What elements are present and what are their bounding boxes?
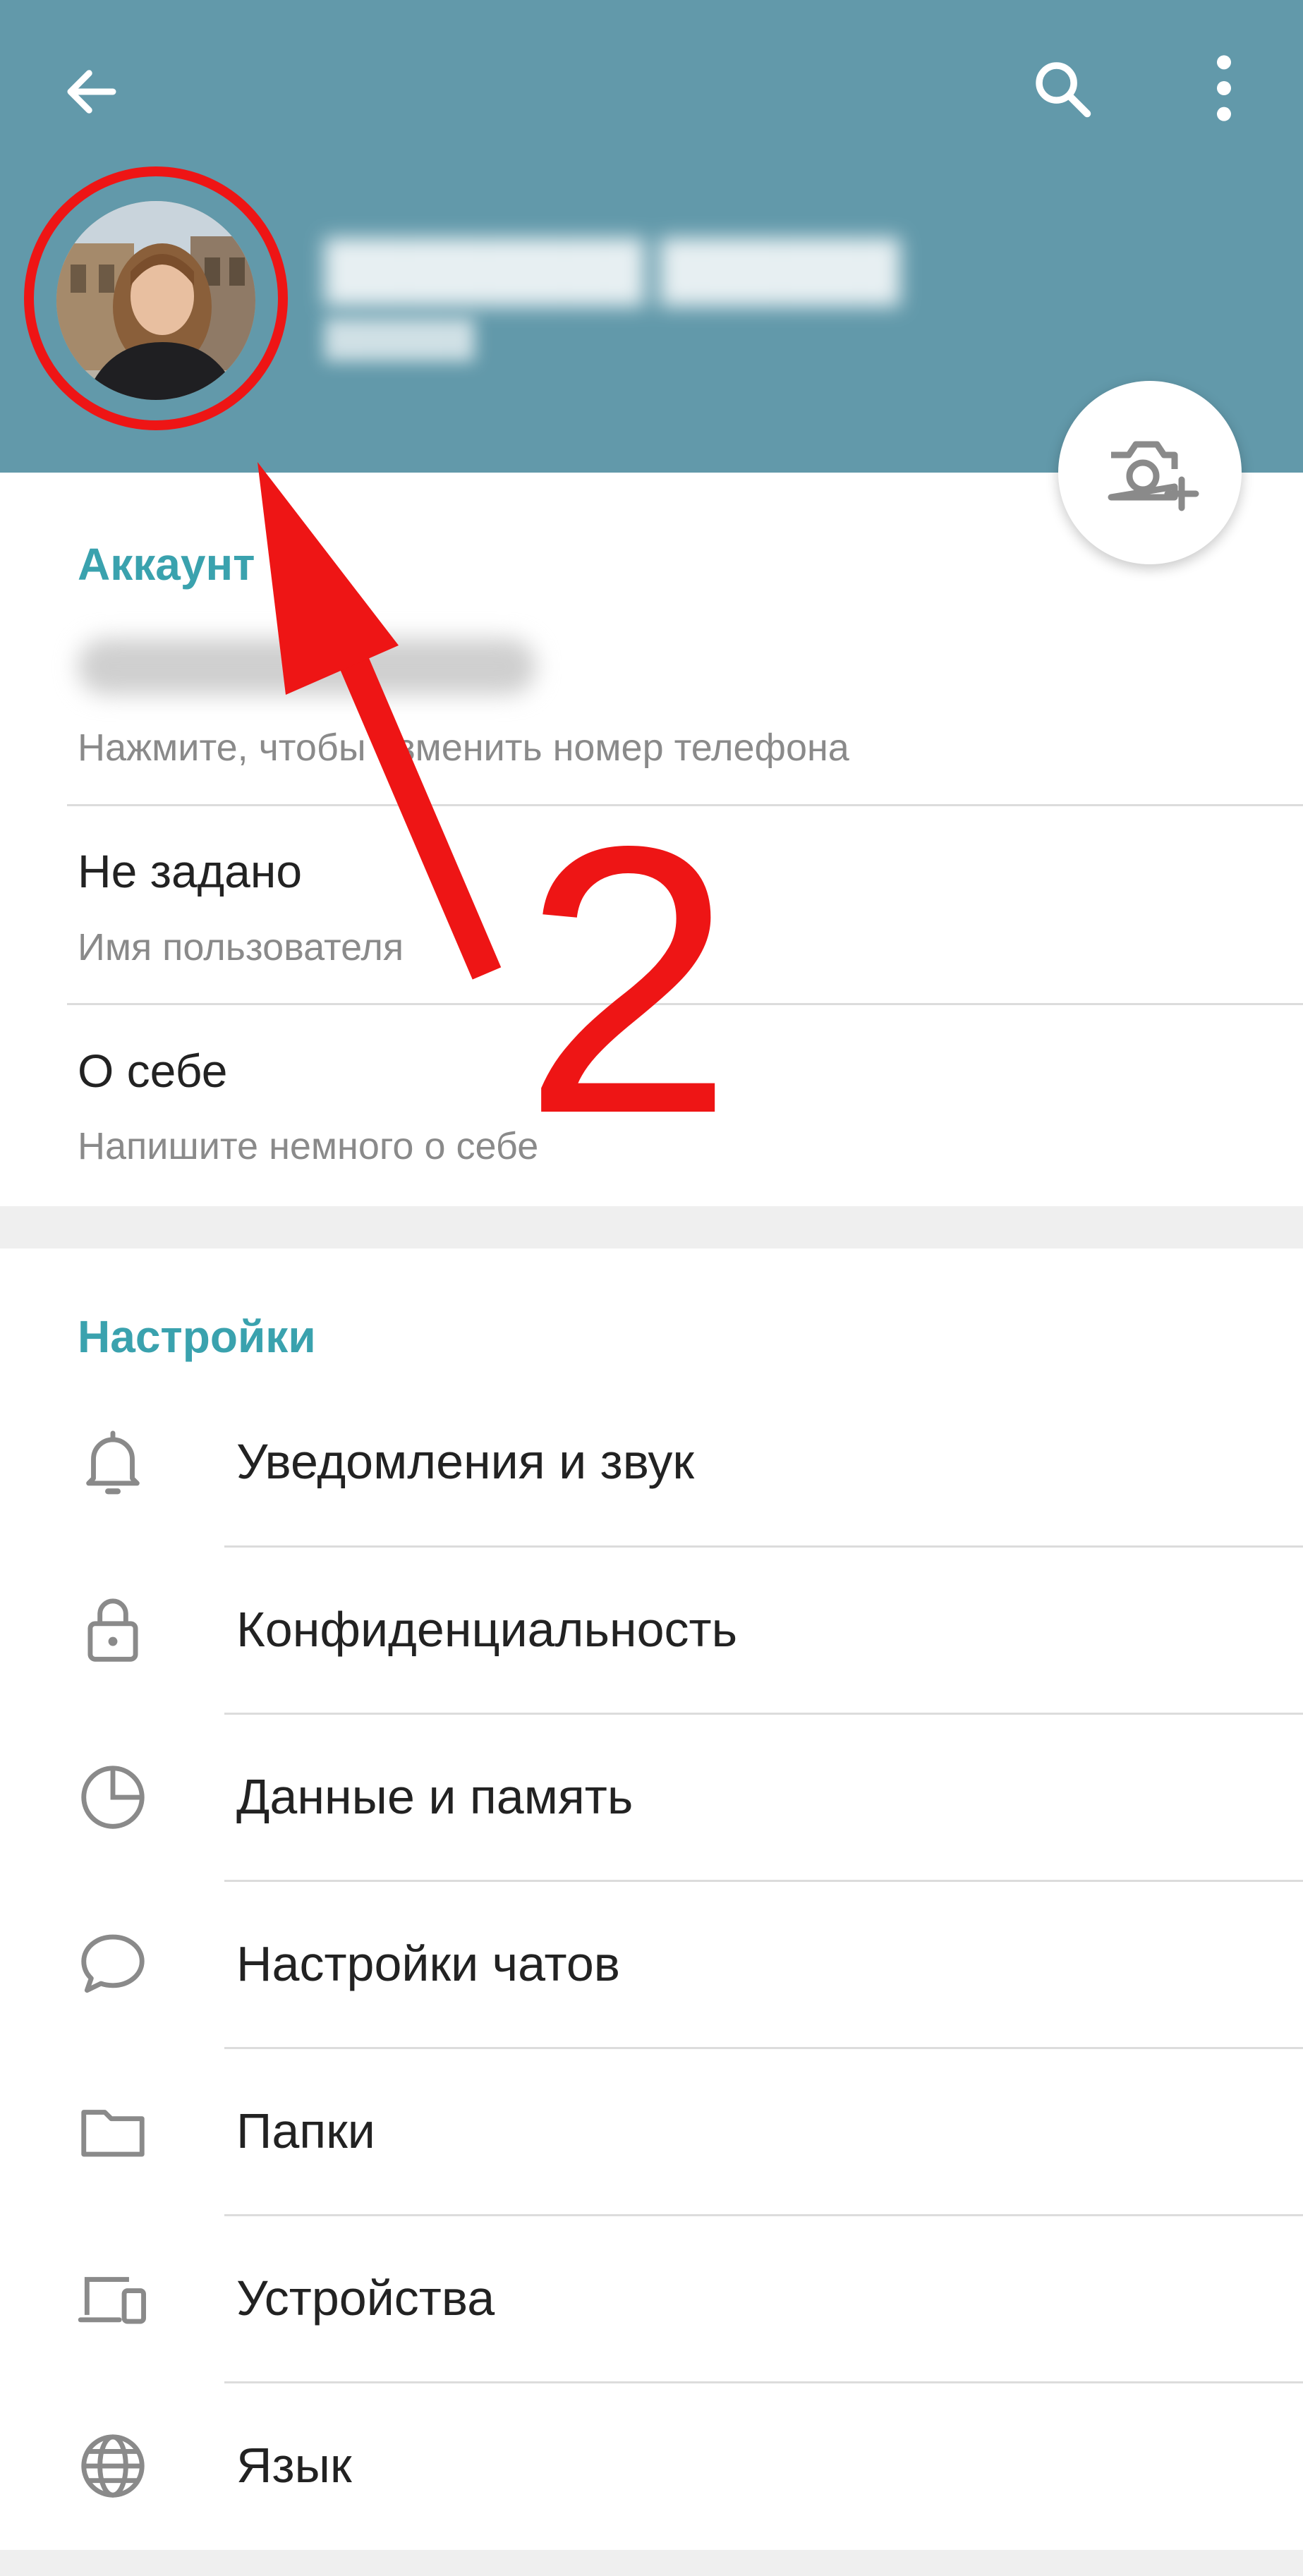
settings-item-chat-settings[interactable]: Настройки чатов	[0, 1881, 1303, 2048]
settings-item-label: Устройства	[236, 2271, 495, 2326]
account-section-title: Аккаунт	[78, 539, 255, 590]
profile-status-redacted: ██████	[325, 319, 475, 358]
bio-hint: Напишите немного о себе	[78, 1125, 539, 1167]
settings-item-label: Папки	[236, 2103, 375, 2158]
section-separator	[0, 1206, 1303, 1248]
settings-item-label: Язык	[236, 2438, 352, 2493]
settings-item-data-storage[interactable]: Данные и память	[0, 1714, 1303, 1881]
settings-item-folders[interactable]: Папки	[0, 2048, 1303, 2216]
set-photo-button[interactable]	[1058, 381, 1242, 564]
chat-bubble-icon	[71, 1922, 155, 2007]
phone-number-redacted	[78, 638, 536, 695]
step-number: 2	[522, 767, 734, 1193]
username-hint: Имя пользователя	[78, 926, 404, 968]
section-separator	[0, 2550, 1303, 2576]
more-options-button[interactable]	[1185, 42, 1263, 134]
settings-item-notifications[interactable]: Уведомления и звук	[0, 1379, 1303, 1546]
settings-item-privacy[interactable]: Конфиденциальность	[0, 1547, 1303, 1714]
back-button[interactable]	[49, 49, 134, 134]
search-button[interactable]	[1016, 42, 1108, 134]
camera-add-icon	[1108, 441, 1199, 511]
phone-hint: Нажмите, чтобы изменить номер телефона	[78, 727, 849, 769]
profile-name-redacted: ████████ ██████	[325, 238, 900, 301]
bio-value: О себе	[78, 1045, 228, 1097]
settings-item-devices[interactable]: Устройства	[0, 2216, 1303, 2383]
lock-icon	[71, 1588, 155, 1672]
settings-item-label: Данные и память	[236, 1769, 634, 1824]
bell-icon	[71, 1420, 155, 1505]
devices-icon	[71, 2256, 155, 2341]
settings-item-language[interactable]: Язык	[0, 2383, 1303, 2550]
profile-avatar[interactable]	[56, 201, 255, 400]
pie-chart-icon	[71, 1755, 155, 1840]
folder-icon	[71, 2089, 155, 2174]
settings-item-label: Настройки чатов	[236, 1936, 620, 1991]
search-icon	[1035, 61, 1091, 117]
avatar-photo	[56, 201, 255, 400]
username-value: Не задано	[78, 845, 303, 897]
settings-item-label: Конфиденциальность	[236, 1602, 738, 1657]
settings-item-label: Уведомления и звук	[236, 1434, 695, 1489]
globe-icon	[71, 2424, 155, 2508]
more-vertical-icon	[1217, 55, 1231, 121]
settings-section-title: Настройки	[78, 1311, 316, 1362]
arrow-left-icon	[67, 70, 116, 114]
